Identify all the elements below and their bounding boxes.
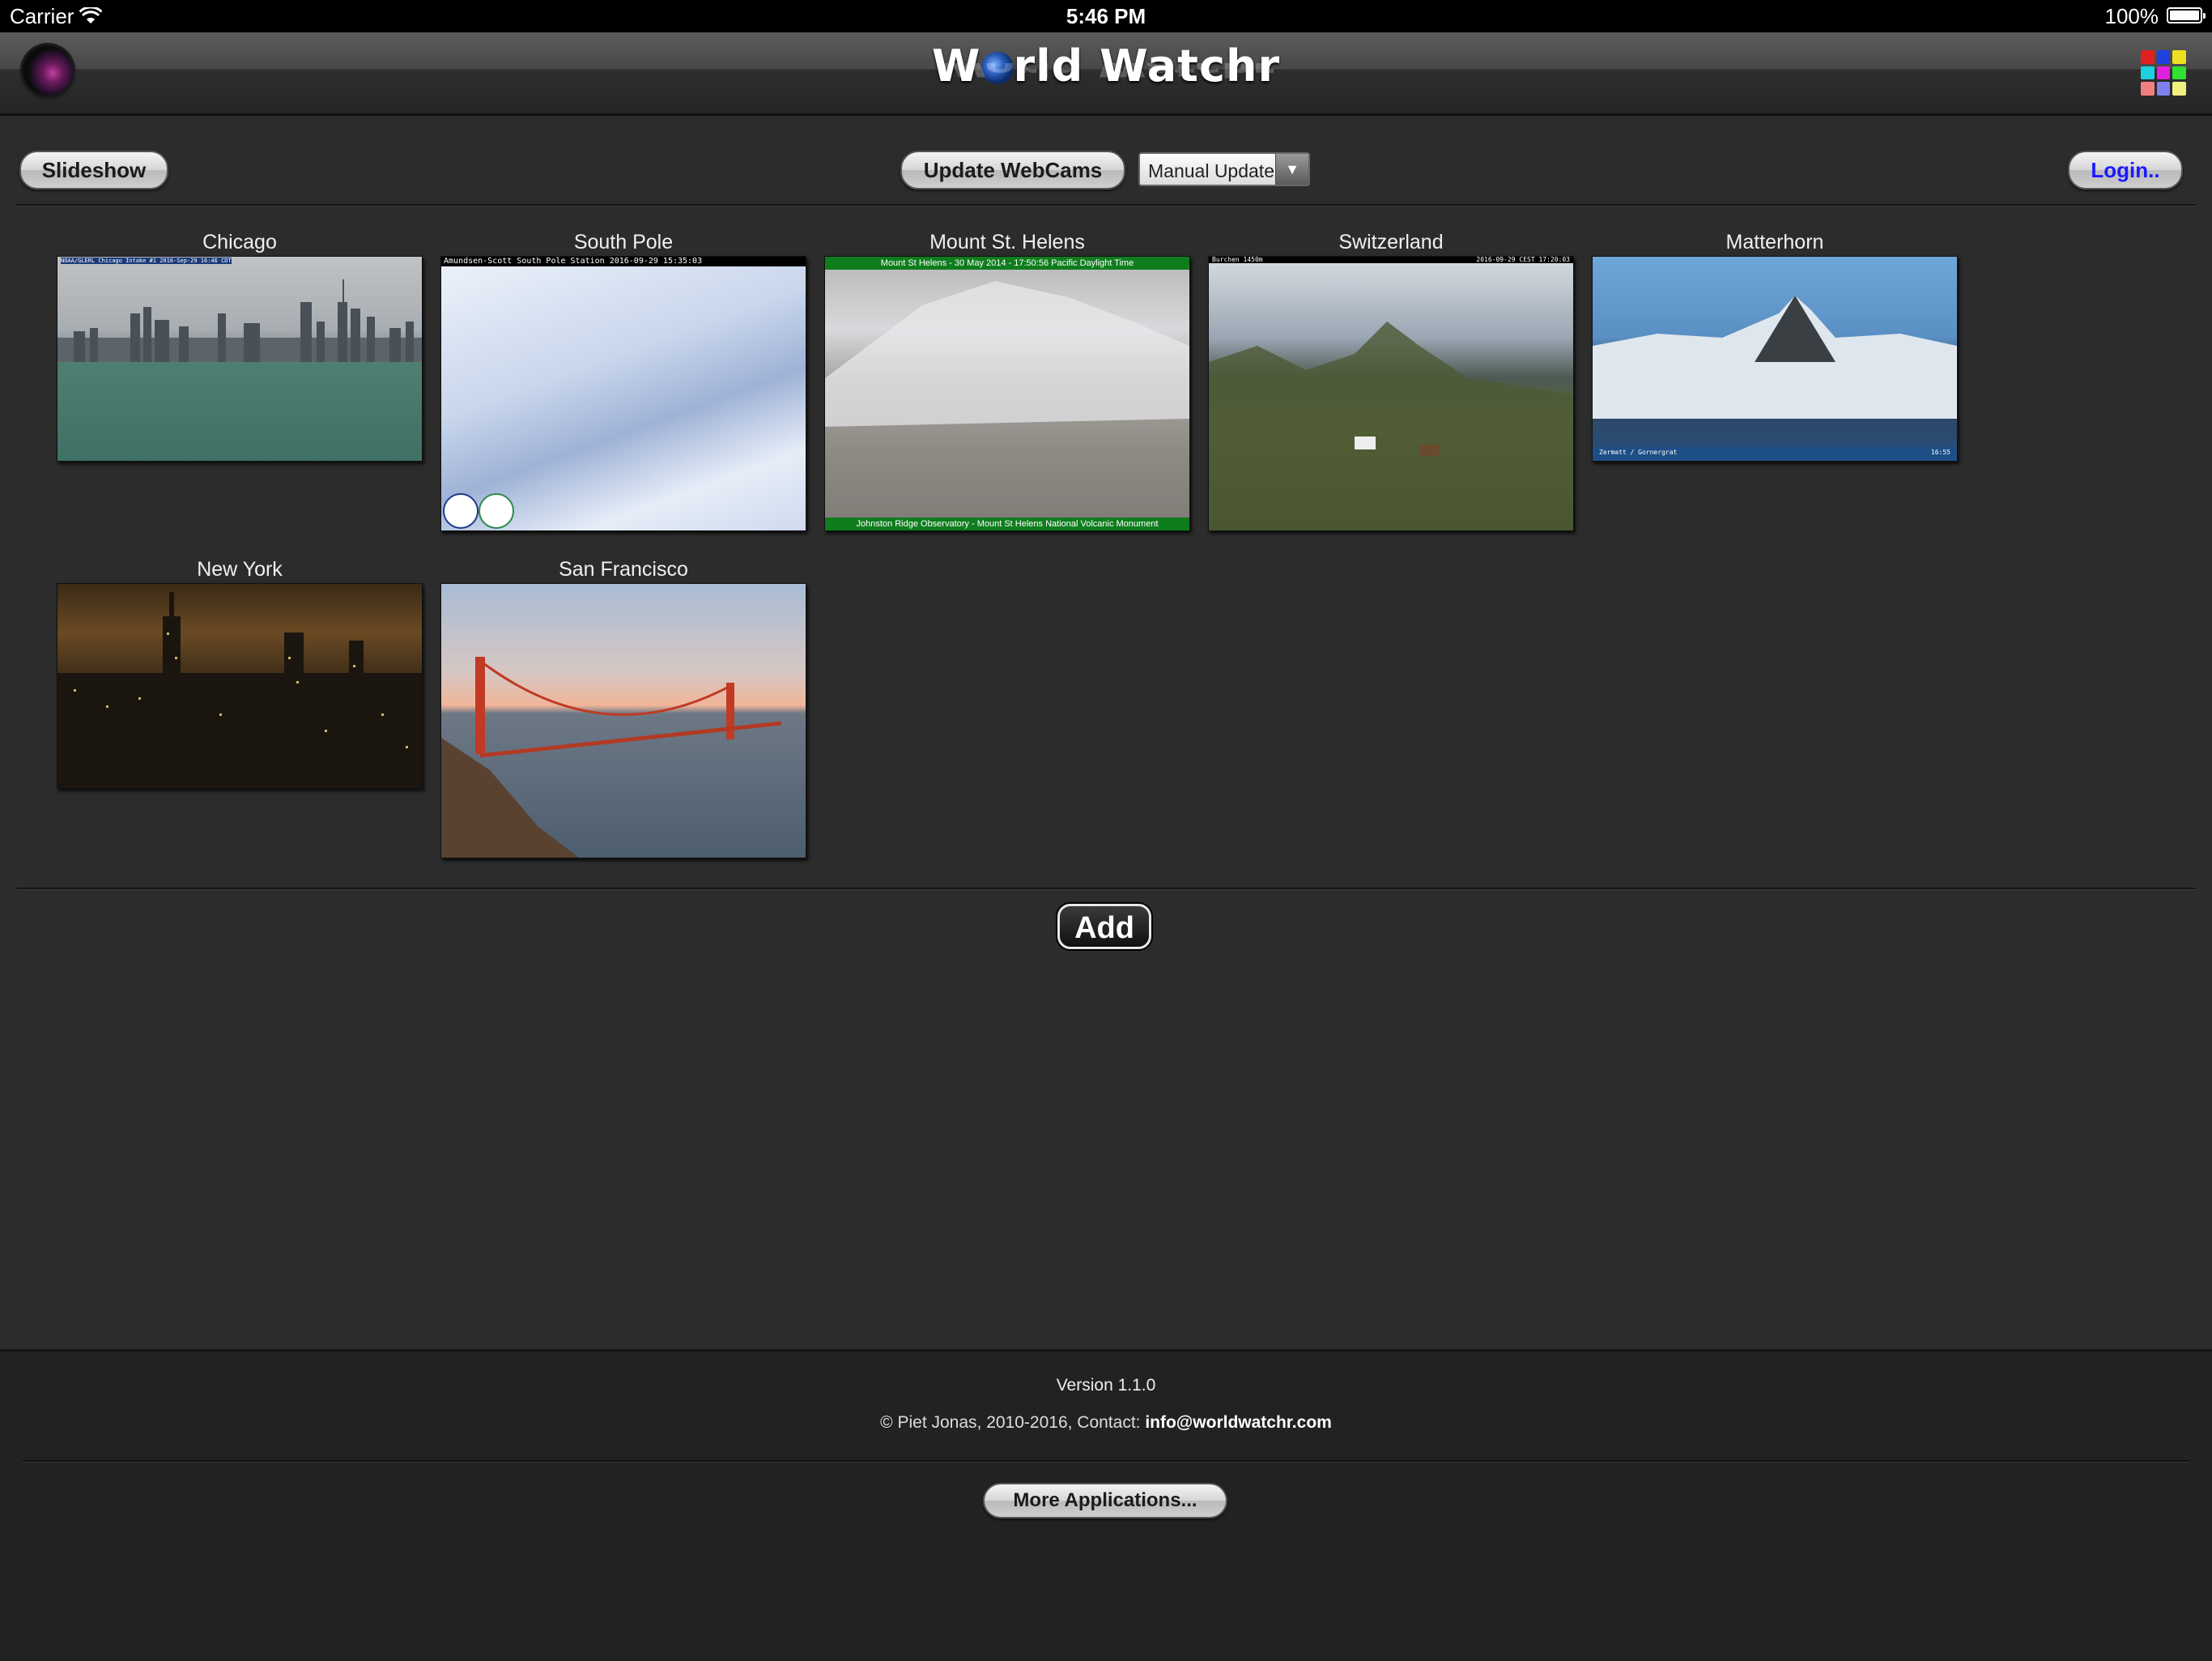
footer: Version 1.1.0 © Piet Jonas, 2010-2016, C… [0, 1349, 2212, 1661]
color-grid-icon[interactable] [2141, 50, 2186, 96]
copyright-line: © Piet Jonas, 2010-2016, Contact: info@w… [0, 1413, 2212, 1433]
battery-percent: 100% [2104, 4, 2159, 28]
webcam-image[interactable] [57, 583, 423, 789]
noaa-logo-icon [443, 493, 479, 529]
agency-logo-icon [479, 493, 514, 529]
webcam-image[interactable]: Zermatt / Gornergrat 16:55 [1592, 256, 1958, 462]
chevron-down-icon: ▼ [1275, 154, 1308, 185]
add-webcam-button[interactable]: Add [1057, 904, 1151, 949]
webcam-tile-new-york[interactable]: New York [57, 556, 423, 789]
webcam-image[interactable]: Mount St Helens - 30 May 2014 - 17:50:56… [824, 256, 1190, 531]
webcam-tile-south-pole[interactable]: South Pole Amundsen-Scott South Pole Sta… [440, 228, 806, 531]
update-mode-value: Manual Update [1148, 160, 1274, 181]
update-webcams-button[interactable]: Update WebCams [900, 151, 1125, 190]
webcam-tile-chicago[interactable]: Chicago NOAA/GLERL Chicago Intake #1 201… [57, 228, 423, 462]
divider [16, 888, 2196, 890]
webcam-tile-switzerland[interactable]: Switzerland Burchen 1450m 2016-09-29 CES… [1208, 228, 1574, 531]
webcam-image[interactable]: Amundsen-Scott South Pole Station 2016-0… [440, 256, 806, 531]
chicago-skyline-icon [57, 279, 422, 362]
city-night-icon [57, 592, 422, 788]
webcam-tile-mount-st-helens[interactable]: Mount St. Helens Mount St Helens - 30 Ma… [824, 228, 1190, 531]
app-title-reflection: World Watchr [938, 63, 1274, 83]
update-mode-select[interactable]: Manual Update ▼ [1138, 152, 1310, 186]
webcam-overlay-text: Amundsen-Scott South Pole Station 2016-0… [441, 257, 806, 266]
mountain-icon [825, 281, 1189, 427]
webcam-image[interactable]: NOAA/GLERL Chicago Intake #1 2016-Sep-29… [57, 256, 423, 462]
webcam-image[interactable]: Burchen 1450m 2016-09-29 CEST 17:20:03 [1208, 256, 1574, 531]
webcam-label: Matterhorn [1725, 231, 1824, 253]
golden-gate-bridge-icon [441, 657, 782, 858]
webcam-overlay-bottom: Johnston Ridge Observatory - Mount St He… [825, 517, 1189, 530]
copyright-text: © Piet Jonas, 2010-2016, Contact: [880, 1413, 1146, 1432]
app-header: Wrld Watchr World Watchr [0, 32, 2212, 116]
webcam-label: Switzerland [1338, 231, 1444, 253]
login-button[interactable]: Login.. [2068, 151, 2183, 190]
version-label: Version 1.1.0 [1056, 1376, 1156, 1395]
divider [16, 204, 2196, 207]
webcam-overlay-left: Zermatt / Gornergrat [1599, 449, 1678, 456]
matterhorn-peak-icon [1593, 296, 1957, 461]
webcam-overlay-right: 16:55 [1930, 449, 1950, 456]
webcam-label: Mount St. Helens [929, 231, 1085, 253]
webcam-label: Chicago [202, 231, 277, 253]
status-bar: Carrier 5:46 PM 100% [0, 0, 2212, 32]
webcam-tile-matterhorn[interactable]: Matterhorn Zermatt / Gornergrat 16:55 [1592, 228, 1958, 462]
slideshow-button[interactable]: Slideshow [19, 151, 168, 190]
divider [23, 1460, 2189, 1463]
alpine-valley-icon [1209, 322, 1573, 530]
webcam-label: San Francisco [559, 558, 688, 581]
webcam-label: South Pole [573, 231, 674, 253]
more-applications-button[interactable]: More Applications... [983, 1483, 1227, 1518]
webcam-image[interactable] [440, 583, 806, 858]
battery-icon [2167, 7, 2206, 23]
webcam-label: New York [197, 558, 283, 581]
clock: 5:46 PM [1066, 4, 1146, 28]
webcam-tile-san-francisco[interactable]: San Francisco [440, 556, 806, 858]
contact-email-link[interactable]: info@worldwatchr.com [1145, 1413, 1332, 1432]
